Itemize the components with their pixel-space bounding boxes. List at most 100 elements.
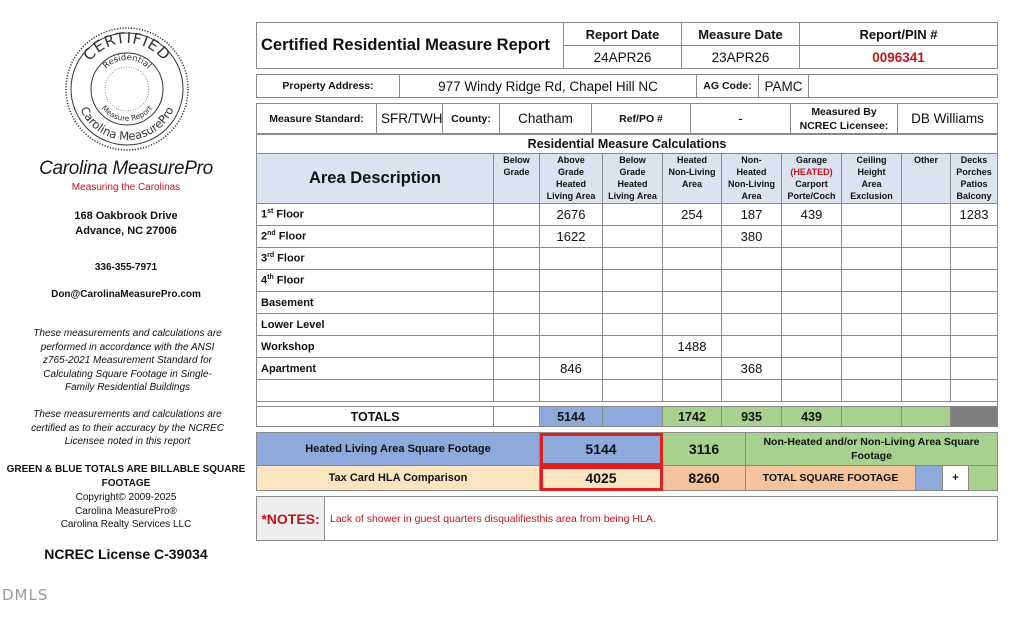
- table-cell: [949, 335, 999, 358]
- total-cell: [602, 406, 663, 427]
- table-cell: 2676: [539, 203, 603, 226]
- column-header-row: Area Description Below Grade Above Grade Hea…: [256, 153, 999, 204]
- table-cell: 368: [721, 357, 782, 380]
- table-cell: [721, 313, 782, 336]
- address-line-1: 168 Oakbrook Drive: [74, 210, 178, 222]
- column-header-line: Area: [681, 179, 702, 189]
- table-cell: [841, 357, 902, 380]
- table-cell: [841, 225, 902, 248]
- column-header: Above Grade Heated Living Area: [539, 153, 603, 204]
- table-cell: 439: [781, 203, 842, 226]
- column-header: Below Grade Heated Living Area: [602, 153, 663, 204]
- company-address: 168 Oakbrook Drive Advance, NC 27006: [0, 209, 252, 239]
- column-header-line: Above: [557, 155, 585, 165]
- table-cell: [781, 379, 842, 402]
- table-cell: [781, 225, 842, 248]
- table-cell: [662, 357, 722, 380]
- table-cell: [602, 379, 663, 402]
- table-cell: [721, 291, 782, 314]
- table-cell: [493, 313, 540, 336]
- calculations-table: Residential Measure Calculations Area De…: [255, 134, 999, 427]
- table-cell: [901, 269, 951, 292]
- column-header-line: Non-Living: [668, 167, 716, 177]
- table-cell: [602, 269, 663, 292]
- table-cell: [949, 269, 999, 292]
- summary-table: Heated Living Area Square Footage 5144 3…: [256, 432, 998, 491]
- total-sqft-blue-cell: [915, 465, 943, 491]
- report-date-value: 24APR26: [563, 45, 682, 69]
- row-label: 1st Floor: [256, 203, 494, 226]
- certified-seal-logo: CERTIFIED Carolina MeasurePro Residentia…: [65, 27, 189, 151]
- address-line-2: Advance, NC 27006: [75, 225, 177, 237]
- seal-bottom-text: Carolina MeasurePro: [77, 104, 176, 143]
- table-cell: [781, 291, 842, 314]
- svg-text:Carolina MeasurePro: Carolina MeasurePro: [77, 104, 176, 143]
- hla-label: Heated Living Area Square Footage: [256, 432, 540, 466]
- measure-standard-value: SFR/TWH: [376, 103, 443, 134]
- table-cell: [602, 357, 663, 380]
- table-cell: 187: [721, 203, 782, 226]
- table-cell: [841, 269, 902, 292]
- row-label: [256, 379, 494, 402]
- table-cell: [539, 379, 603, 402]
- table-row: 1st Floor 2676 254 187 439 1283: [256, 203, 999, 226]
- column-header-line: Ceiling: [856, 155, 887, 165]
- table-cell: 846: [539, 357, 603, 380]
- column-header-line: Area: [741, 191, 762, 201]
- row-label: Lower Level: [256, 313, 494, 336]
- table-cell: [781, 247, 842, 270]
- area-description-header: Area Description: [256, 153, 494, 204]
- row-label-ordinal: th: [267, 274, 274, 282]
- table-cell: [493, 357, 540, 380]
- row-label-suffix: Floor: [275, 230, 307, 243]
- row-label: 3rd Floor: [256, 247, 494, 270]
- table-cell: [539, 313, 603, 336]
- total-cell: 5144: [539, 406, 603, 427]
- table-cell: [841, 247, 902, 270]
- report-form: Certified Residential Measure Report Rep…: [255, 22, 999, 541]
- table-cell: [539, 291, 603, 314]
- table-cell: [493, 247, 540, 270]
- column-header: Garage (HEATED) Carport Porte/Coch: [781, 153, 842, 204]
- table-cell: [493, 291, 540, 314]
- column-header-line: Area: [861, 179, 882, 189]
- row-label: Workshop: [256, 335, 494, 358]
- total-cell: [493, 406, 540, 427]
- table-cell: [493, 225, 540, 248]
- ref-po-label: Ref/PO #: [591, 103, 691, 134]
- table-cell: [901, 247, 951, 270]
- row-label-suffix: Floor: [273, 274, 305, 287]
- column-header-line: Heated: [736, 167, 767, 177]
- county-value: Chatham: [499, 103, 592, 134]
- report-date-label: Report Date: [563, 22, 682, 46]
- column-header-line: Grade: [619, 167, 646, 177]
- measured-by-label-1: Measured By: [811, 105, 877, 118]
- calc-section-title: Residential Measure Calculations: [255, 134, 999, 154]
- column-header-line: Porches: [956, 167, 992, 177]
- tax-card-secondary-value: 8260: [662, 465, 746, 491]
- column-header-line: Porte/Coch: [787, 191, 836, 201]
- table-cell: [662, 225, 722, 248]
- column-header-line: Heated: [617, 179, 648, 189]
- column-header-line: Below: [503, 155, 530, 165]
- total-cell: [949, 406, 999, 427]
- notes-text: Lack of shower in guest quarters disqual…: [324, 496, 998, 541]
- table-cell: [781, 357, 842, 380]
- table-cell: [493, 269, 540, 292]
- table-row: 3rd Floor: [256, 247, 999, 270]
- row-label-ordinal: nd: [267, 230, 276, 238]
- row-label-text: Lower Level: [261, 318, 325, 331]
- notes-label: *NOTES:: [256, 496, 325, 541]
- row-label-suffix: Floor: [273, 208, 304, 221]
- table-cell: 254: [662, 203, 722, 226]
- table-cell: [662, 313, 722, 336]
- table-cell: [602, 225, 663, 248]
- table-row: Workshop 1488: [256, 335, 999, 358]
- row-label-text: Workshop: [261, 340, 315, 353]
- measured-by-value: DB Williams: [897, 103, 998, 134]
- table-cell: [901, 379, 951, 402]
- table-cell: [662, 291, 722, 314]
- column-header-line: Carport: [795, 179, 828, 189]
- ag-code-label: AG Code:: [696, 74, 759, 98]
- total-sqft-green-cell: [968, 465, 998, 491]
